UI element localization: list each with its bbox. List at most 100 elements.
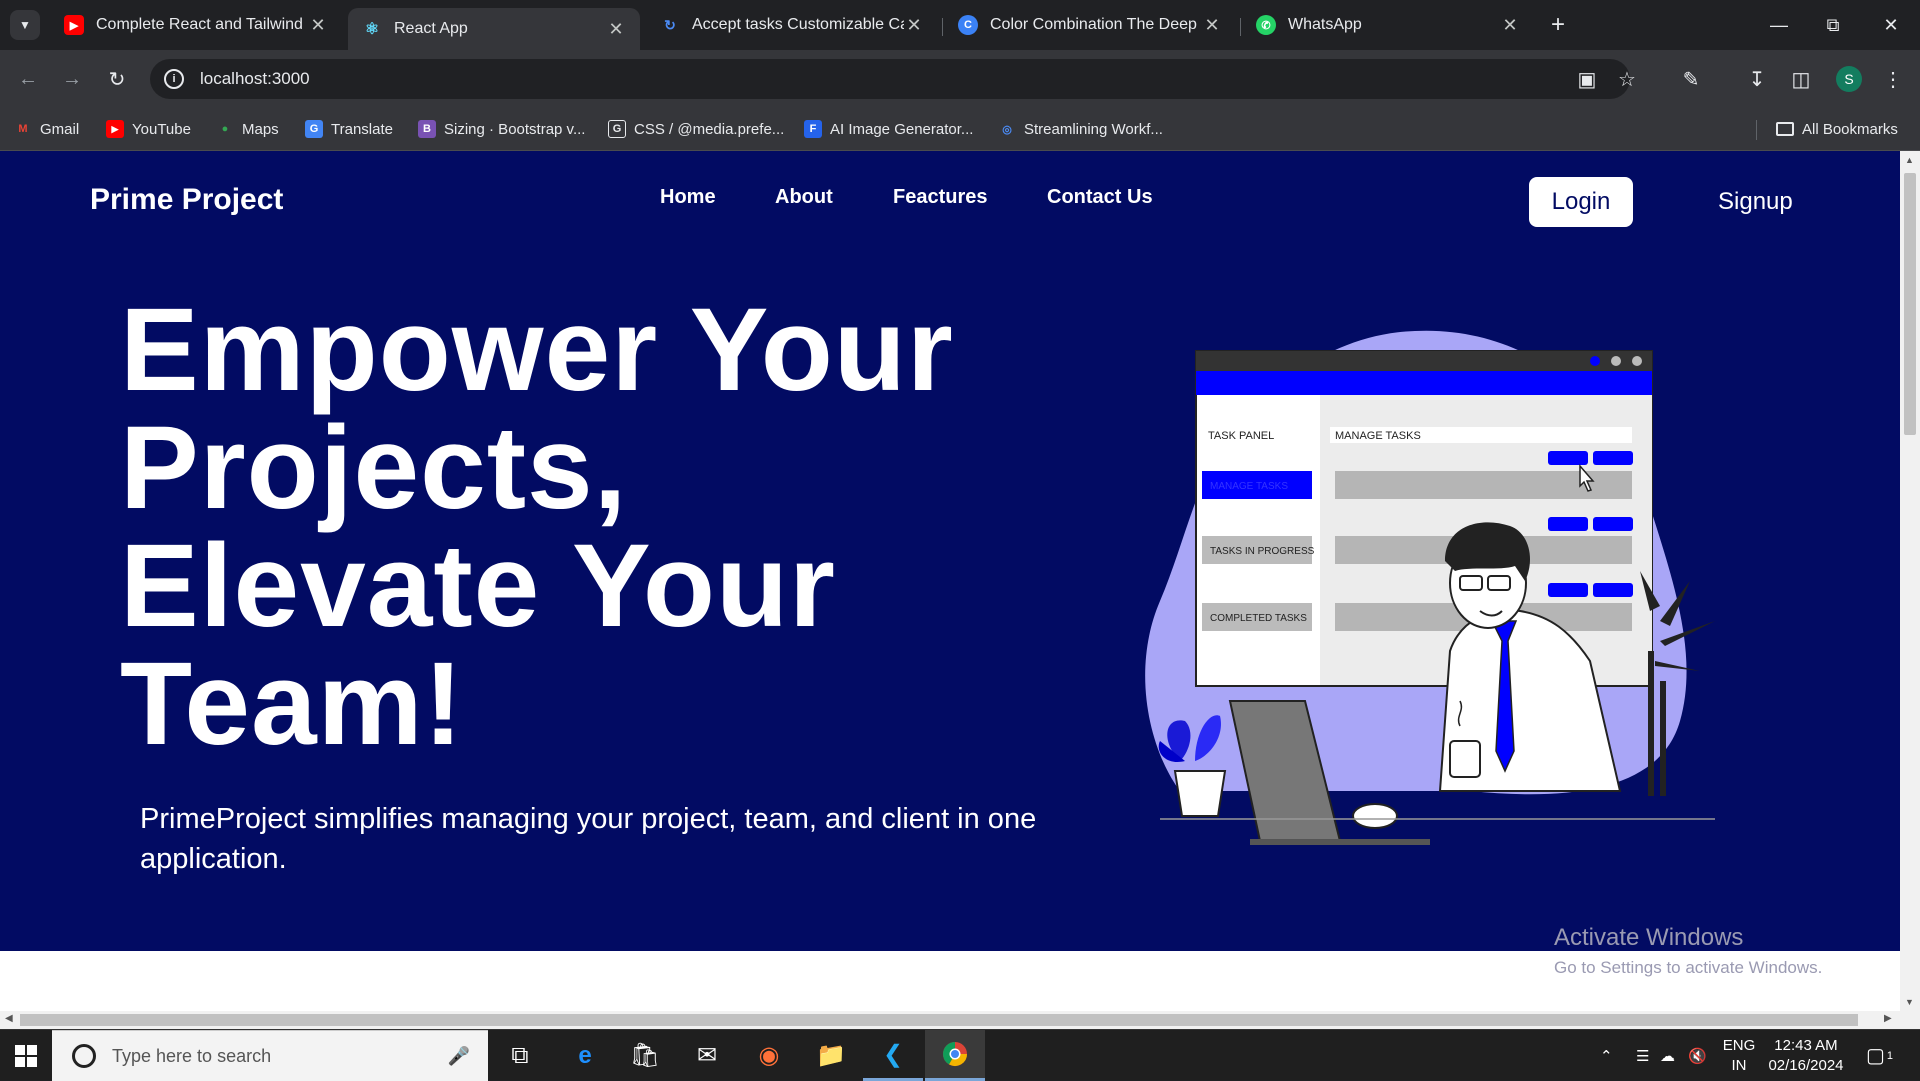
bookmark-star-icon[interactable]: ☆	[1612, 64, 1642, 94]
bookmark-css[interactable]: G CSS / @media.prefe...	[608, 118, 784, 140]
tab-search-button[interactable]: ▼	[10, 10, 40, 40]
network-icon[interactable]: ☰	[1636, 1030, 1649, 1081]
language-code: ENG	[1722, 1036, 1756, 1054]
onedrive-icon[interactable]: ☁	[1660, 1030, 1675, 1081]
menu-label: TASKS IN PROGRESS	[1210, 546, 1315, 557]
bookmark-label: Gmail	[40, 120, 80, 138]
tab-title: React App	[394, 20, 468, 37]
signup-button[interactable]: Signup	[1718, 188, 1793, 216]
watermark-title: Activate Windows	[1554, 924, 1744, 951]
microphone-icon[interactable]: 🎤	[448, 1046, 470, 1067]
reload-button[interactable]: ↻	[101, 63, 133, 95]
edge-icon[interactable]: e	[555, 1030, 615, 1081]
vertical-scroll-thumb[interactable]	[1904, 173, 1916, 435]
tab-youtube[interactable]: ▶ Complete React and Tailwind CS ✕	[50, 7, 342, 43]
taskbar-search-input[interactable]: Type here to search 🎤	[52, 1030, 488, 1081]
bookmark-youtube[interactable]: ▶ YouTube	[106, 118, 191, 140]
gmail-icon: M	[18, 123, 28, 135]
bookmark-bootstrap[interactable]: B Sizing · Bootstrap v...	[418, 118, 585, 140]
folder-icon	[1776, 122, 1794, 136]
vscode-icon[interactable]: ❮	[863, 1030, 923, 1081]
tab-title: WhatsApp	[1288, 16, 1362, 33]
restore-button[interactable]: ⧉	[1804, 0, 1862, 50]
bookmark-ai-image[interactable]: F AI Image Generator...	[804, 118, 973, 140]
tab-react-app[interactable]: ⚛ React App ✕	[348, 8, 640, 50]
forward-button[interactable]: →	[56, 63, 88, 95]
close-tab-icon[interactable]: ✕	[308, 15, 328, 36]
headline-line: Elevate Your	[120, 520, 836, 652]
watermark-subtitle: Go to Settings to activate Windows.	[1554, 958, 1823, 977]
bookmark-streamlining[interactable]: ◎ Streamlining Workf...	[998, 118, 1163, 140]
clock[interactable]: 12:43 AM 02/16/2024	[1766, 1030, 1846, 1081]
windows-start-icon[interactable]	[0, 1030, 52, 1081]
nav-about[interactable]: About	[775, 186, 833, 209]
ai-image-icon: F	[804, 120, 822, 138]
chrome-icon[interactable]	[925, 1030, 985, 1081]
horizontal-scroll-thumb[interactable]	[20, 1014, 1858, 1026]
youtube-icon: ▶	[106, 120, 124, 138]
store-icon[interactable]: 🛍	[615, 1030, 675, 1081]
nav-contact[interactable]: Contact Us	[1047, 186, 1153, 209]
bookmarks-divider	[1756, 120, 1757, 140]
volume-muted-icon[interactable]: 🔇	[1688, 1030, 1707, 1081]
close-tab-icon[interactable]: ✕	[904, 15, 924, 36]
download-icon[interactable]: ↧	[1742, 64, 1772, 94]
language-indicator[interactable]: ENG IN	[1722, 1030, 1756, 1081]
close-window-button[interactable]: ✕	[1862, 0, 1920, 50]
vertical-scrollbar[interactable]: ▲ ▼	[1900, 151, 1920, 1011]
activate-windows-watermark: Activate Windows Go to Settings to activ…	[1554, 924, 1822, 978]
tab-whatsapp[interactable]: ✆ WhatsApp ✕	[1242, 7, 1534, 43]
side-panel-icon[interactable]: ◫	[1786, 64, 1816, 94]
tab-accept-tasks[interactable]: ↻ Accept tasks Customizable Cart ✕	[646, 7, 938, 43]
bookmark-label: AI Image Generator...	[830, 120, 974, 138]
window-dot	[1632, 356, 1642, 366]
bookmark-translate[interactable]: G Translate	[305, 118, 393, 140]
task-view-icon[interactable]: ⧉	[490, 1030, 550, 1081]
scroll-up-icon[interactable]: ▲	[1905, 155, 1914, 165]
react-icon: ⚛	[364, 21, 380, 38]
scroll-down-icon[interactable]: ▼	[1905, 997, 1914, 1007]
region-code: IN	[1731, 1056, 1747, 1074]
file-explorer-icon[interactable]: 📁	[801, 1030, 861, 1081]
login-button[interactable]: Login	[1529, 177, 1633, 227]
close-tab-icon[interactable]: ✕	[606, 19, 626, 40]
nav-home[interactable]: Home	[660, 186, 716, 209]
task-button	[1548, 517, 1588, 531]
bootstrap-icon: B	[418, 120, 436, 138]
site-info-icon[interactable]: i	[164, 69, 184, 89]
bookmark-label: Maps	[242, 120, 279, 138]
address-bar[interactable]: i localhost:3000	[150, 59, 1630, 99]
streamlining-icon: ◎	[1002, 123, 1012, 136]
bookmark-maps[interactable]: ● Maps	[216, 118, 279, 140]
tab-color-combination[interactable]: C Color Combination The Deep Bl ✕	[944, 7, 1236, 43]
task-button	[1548, 583, 1588, 597]
brand-logo[interactable]: Prime Project	[90, 183, 283, 217]
menu-kebab-icon[interactable]: ⋮	[1878, 64, 1908, 94]
scroll-right-icon[interactable]: ▶	[1884, 1013, 1892, 1024]
window-header-bar	[1196, 371, 1652, 395]
windows-taskbar: Type here to search 🎤 ⧉ e 🛍 ✉ ◉ 📁 ❮ ⌃ ☰ …	[0, 1029, 1920, 1081]
bookmark-label: Translate	[331, 120, 393, 138]
nav-features[interactable]: Feactures	[893, 186, 988, 209]
horizontal-scrollbar[interactable]: ◀ ▶	[0, 1011, 1920, 1029]
scroll-left-icon[interactable]: ◀	[5, 1013, 13, 1024]
close-tab-icon[interactable]: ✕	[1202, 15, 1222, 36]
profile-avatar[interactable]: S	[1836, 66, 1862, 92]
show-hidden-icons[interactable]: ⌃	[1600, 1030, 1613, 1081]
close-tab-icon[interactable]: ✕	[1500, 15, 1520, 36]
minimize-button[interactable]: —	[1750, 0, 1808, 50]
all-bookmarks-button[interactable]: All Bookmarks	[1776, 118, 1898, 140]
bookmark-gmail[interactable]: M Gmail	[14, 118, 79, 140]
address-text: localhost:3000	[200, 69, 310, 88]
notification-center-icon[interactable]: ▢ 1	[1866, 1030, 1893, 1081]
tab-title: Accept tasks Customizable Cart	[692, 16, 904, 33]
tab-separator	[1240, 18, 1241, 36]
new-tab-button[interactable]: +	[1543, 10, 1573, 40]
install-app-icon[interactable]: ▣	[1572, 64, 1602, 94]
extensions-icon[interactable]: ✎	[1676, 64, 1706, 94]
firefox-icon[interactable]: ◉	[739, 1030, 799, 1081]
back-button[interactable]: ←	[12, 63, 44, 95]
search-placeholder: Type here to search	[112, 1045, 272, 1066]
mail-icon[interactable]: ✉	[677, 1030, 737, 1081]
hero-illustration: TASK PANEL MANAGE TASKS MANAGE TASKS TAS…	[1145, 330, 1715, 845]
